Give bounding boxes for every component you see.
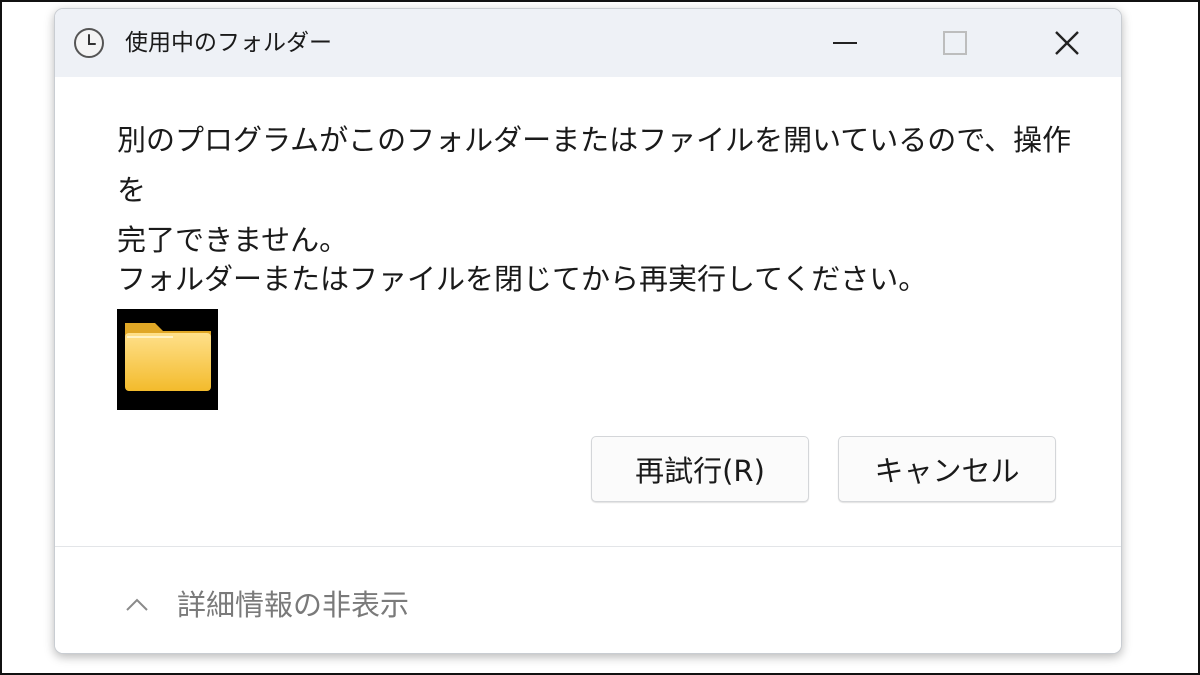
close-icon	[1055, 31, 1079, 55]
title-bar[interactable]: 使用中のフォルダー	[55, 9, 1121, 77]
minimize-icon	[833, 42, 857, 44]
maximize-icon	[943, 31, 967, 55]
file-in-use-dialog: 使用中のフォルダー 別のプログラムがこのフォルダーまたはファイルを開いているので…	[54, 8, 1122, 654]
folder-thumbnail	[117, 309, 218, 410]
details-label: 詳細情報の非表示	[177, 588, 410, 622]
folder-icon	[125, 323, 211, 391]
clock-icon	[74, 28, 104, 58]
window-title: 使用中のフォルダー	[125, 30, 332, 56]
message-area: 別のプログラムがこのフォルダーまたはファイルを開いているので、操作を 完了できま…	[117, 115, 1077, 265]
error-message: 別のプログラムがこのフォルダーまたはファイルを開いているので、操作を 完了できま…	[117, 123, 1072, 257]
close-button[interactable]	[1027, 9, 1107, 77]
details-footer: 詳細情報の非表示	[55, 546, 1121, 653]
minimize-button[interactable]	[805, 9, 885, 77]
screenshot-frame: 使用中のフォルダー 別のプログラムがこのフォルダーまたはファイルを開いているので…	[0, 0, 1200, 675]
details-toggle[interactable]: 詳細情報の非表示	[123, 585, 409, 625]
chevron-up-icon	[126, 598, 148, 611]
retry-button[interactable]: 再試行(R)	[591, 436, 809, 502]
instruction-message: フォルダーまたはファイルを閉じてから再実行してください。	[117, 262, 928, 296]
maximize-button	[915, 9, 995, 77]
cancel-button[interactable]: キャンセル	[838, 436, 1056, 502]
